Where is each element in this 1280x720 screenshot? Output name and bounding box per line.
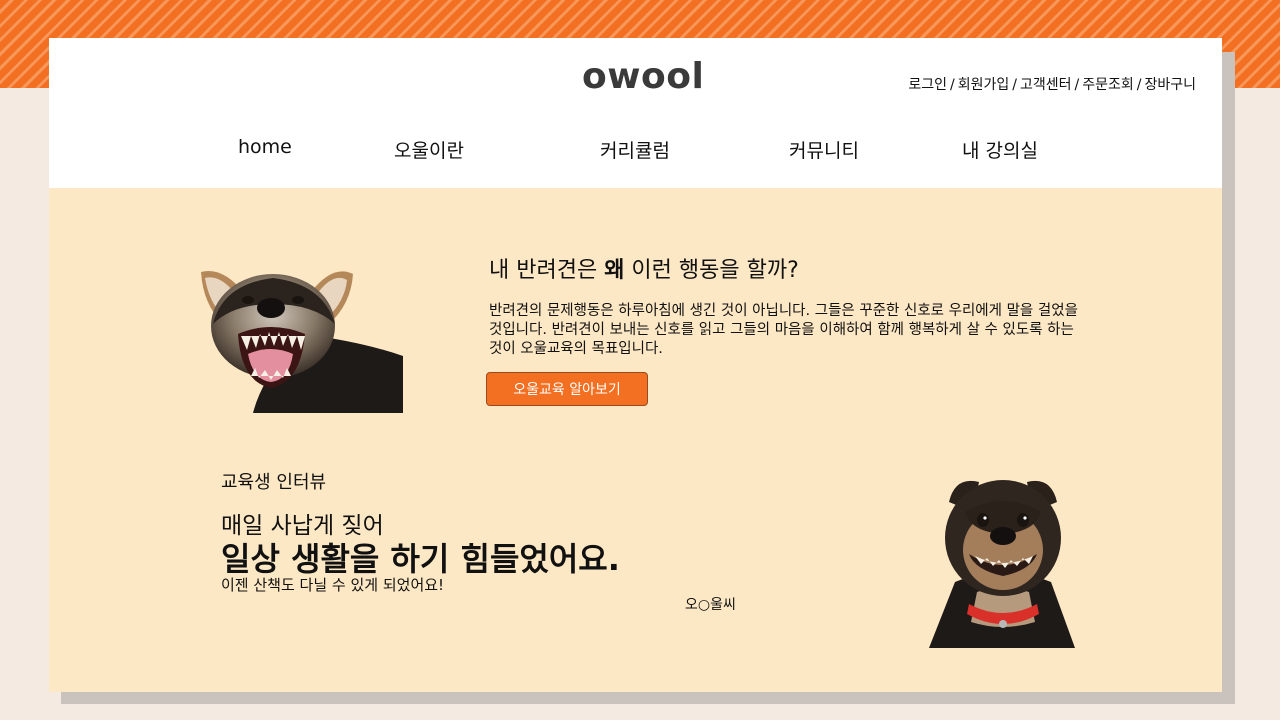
site-logo[interactable]: owool [582, 56, 704, 97]
main-card: owool 로그인 / 회원가입 / 고객센터 / 주문조회 / 장바구니 home 오울이란 … [49, 38, 1222, 692]
interview-author: 오○울씨 [685, 597, 736, 613]
interview-quote-line3: 이젠 산책도 다닐 수 있게 되었어요! [221, 576, 445, 594]
hero-title: 내 반려견은 왜 이런 행동을 할까? [489, 252, 799, 284]
util-separator: / [1136, 77, 1142, 93]
site-header: owool 로그인 / 회원가입 / 고객센터 / 주문조회 / 장바구니 home 오울이란 … [49, 38, 1222, 188]
nav-item-about[interactable]: 오울이란 [394, 136, 464, 163]
nav-item-community[interactable]: 커뮤니티 [789, 136, 859, 163]
customer-center-link[interactable]: 고객센터 [1020, 77, 1072, 93]
main-nav: home 오울이란 커리큘럼 커뮤니티 내 강의실 [49, 136, 1222, 166]
utility-links: 로그인 / 회원가입 / 고객센터 / 주문조회 / 장바구니 [908, 74, 1196, 94]
interview-label: 교육생 인터뷰 [221, 472, 327, 493]
learn-more-button[interactable]: 오울교육 알아보기 [486, 372, 648, 406]
signup-link[interactable]: 회원가입 [958, 77, 1010, 93]
util-separator: / [950, 77, 955, 93]
angry-dog-photo [201, 270, 403, 413]
login-link[interactable]: 로그인 [908, 77, 947, 93]
nav-item-my-classroom[interactable]: 내 강의실 [962, 136, 1038, 163]
hero-title-suffix: 이런 행동을 할까? [624, 258, 799, 283]
util-separator: / [1012, 77, 1017, 93]
cart-link[interactable]: 장바구니 [1144, 77, 1196, 93]
order-lookup-link[interactable]: 주문조회 [1082, 77, 1134, 93]
nav-item-curriculum[interactable]: 커리큘럼 [600, 136, 670, 163]
util-separator: / [1074, 77, 1080, 93]
hero-title-prefix: 내 반려견은 [489, 258, 605, 283]
nav-item-home[interactable]: home [238, 136, 292, 158]
smiling-dog-photo [929, 480, 1075, 648]
hero-description: 반려견의 문제행동은 하루아침에 생긴 것이 아닙니다. 그들은 꾸준한 신호로… [489, 303, 1078, 357]
hero-title-emphasis: 왜 [604, 258, 625, 283]
